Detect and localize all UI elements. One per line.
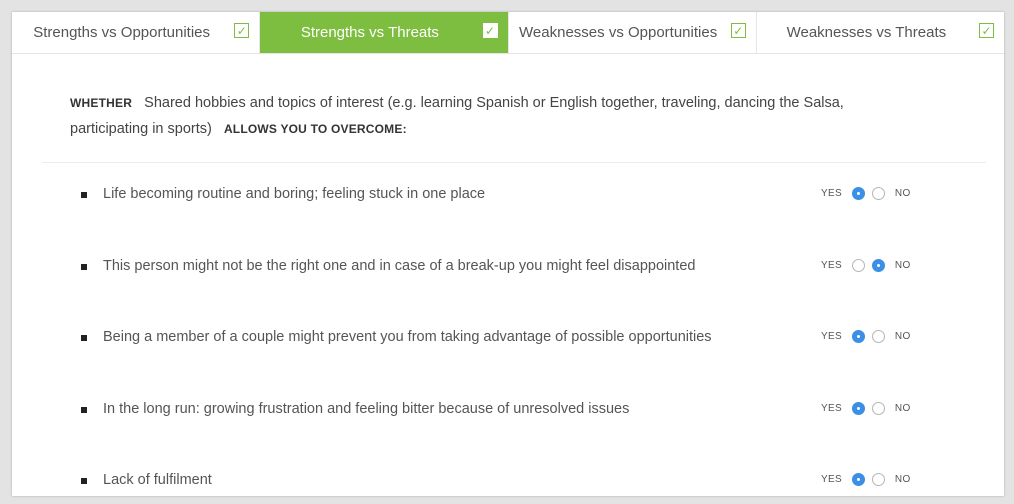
bullet-icon	[81, 335, 87, 341]
question-prefix: WHETHER	[70, 96, 133, 110]
yes-radio[interactable]	[851, 401, 865, 415]
yes-label: YES	[821, 402, 842, 414]
question-suffix: ALLOWS YOU TO OVERCOME:	[223, 122, 407, 136]
item-text: Lack of fulfilment	[103, 472, 212, 488]
no-label: NO	[894, 474, 911, 485]
no-label: NO	[894, 188, 911, 199]
yes-no-choice: YES NO	[821, 258, 911, 272]
no-label: NO	[894, 259, 911, 271]
list-item: In the long run: growing frustration and…	[12, 378, 1004, 450]
tab-strengths-vs-threats[interactable]: Strengths vs Threats ✓	[260, 12, 509, 53]
tab-strengths-vs-opportunities[interactable]: Strengths vs Opportunities ✓	[12, 12, 261, 53]
yes-no-choice: YES NO	[821, 187, 911, 200]
tab-label: Weaknesses vs Threats	[786, 24, 947, 41]
no-radio[interactable]	[871, 401, 885, 415]
yes-label: YES	[821, 474, 842, 485]
yes-label: YES	[821, 259, 842, 271]
list-item: Being a member of a couple might prevent…	[12, 306, 1004, 378]
checkbox-check-icon[interactable]: ✓	[979, 23, 994, 38]
item-text: This person might not be the right one a…	[103, 257, 696, 274]
no-radio[interactable]	[871, 187, 885, 200]
item-text: Life becoming routine and boring; feelin…	[103, 186, 486, 202]
no-label: NO	[894, 331, 911, 342]
checkbox-check-icon[interactable]: ✓	[482, 23, 498, 38]
yes-label: YES	[821, 331, 842, 342]
yes-no-choice: YES NO	[821, 473, 911, 486]
yes-radio[interactable]	[851, 258, 865, 272]
question-strength: Shared hobbies and topics of interest (e…	[70, 95, 844, 137]
bullet-icon	[81, 406, 87, 413]
yes-no-choice: YES NO	[821, 401, 911, 415]
checkbox-check-icon[interactable]: ✓	[730, 23, 746, 38]
checkbox-check-icon[interactable]: ✓	[234, 23, 250, 38]
no-radio[interactable]	[871, 330, 885, 343]
yes-radio[interactable]	[851, 473, 865, 486]
list-item: Lack of fulfilment YES NO	[12, 449, 1004, 496]
yes-radio[interactable]	[851, 187, 865, 200]
no-label: NO	[894, 402, 911, 414]
no-radio[interactable]	[871, 473, 885, 486]
tab-label: Weaknesses vs Opportunities	[519, 24, 718, 41]
no-radio[interactable]	[871, 258, 885, 272]
bullet-icon	[81, 192, 87, 198]
bullet-icon	[81, 263, 87, 270]
item-text: Being a member of a couple might prevent…	[103, 329, 712, 345]
list-item: Life becoming routine and boring; feelin…	[12, 163, 1004, 235]
tab-weaknesses-vs-opportunities[interactable]: Weaknesses vs Opportunities ✓	[509, 12, 757, 53]
question-text: WHETHER Shared hobbies and topics of int…	[70, 90, 870, 142]
tab-bar: Strengths vs Opportunities ✓ Strengths v…	[12, 12, 1004, 54]
tab-weaknesses-vs-threats[interactable]: Weaknesses vs Threats ✓	[757, 12, 1004, 53]
tab-label: Strengths vs Threats	[300, 24, 439, 41]
list-item: This person might not be the right one a…	[12, 235, 1004, 307]
yes-radio[interactable]	[851, 330, 865, 343]
tab-label: Strengths vs Opportunities	[33, 24, 210, 41]
yes-label: YES	[821, 188, 842, 199]
threat-list: Life becoming routine and boring; feelin…	[12, 163, 1004, 496]
bullet-icon	[81, 478, 87, 484]
swot-panel: Strengths vs Opportunities ✓ Strengths v…	[12, 12, 1004, 496]
yes-no-choice: YES NO	[821, 330, 911, 343]
item-text: In the long run: growing frustration and…	[103, 400, 630, 417]
